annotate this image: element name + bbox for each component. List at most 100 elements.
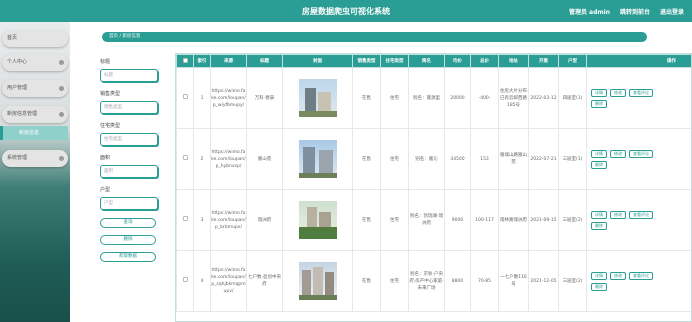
header-actions: 操作 [586, 54, 691, 68]
breadcrumb-home[interactable]: 首页 [109, 34, 118, 39]
breadcrumb: 首页 / 新房信息 [102, 32, 647, 42]
header-address: 地址 [498, 54, 529, 68]
cell-address: 雨林路瑞洲府 [498, 189, 529, 251]
cell-sale-type: 在售 [352, 250, 381, 312]
detail-button[interactable]: 详情 [591, 271, 607, 280]
sidebar-item-home[interactable]: 首页 [2, 30, 68, 47]
cell-title: 瑞洲府 [246, 189, 283, 251]
sidebar-item-profile[interactable]: 个人中心 [2, 54, 68, 71]
sidebar-item-label: 系统管理 [7, 155, 28, 161]
delete-button[interactable]: 删除 [100, 235, 156, 245]
table-row[interactable]: 3 https://wimo.fa ke.com/loupan/p_brbmup… [176, 189, 691, 251]
edit-button[interactable]: 修改 [610, 210, 626, 219]
row-checkbox[interactable] [182, 277, 188, 282]
title-label: 标题 [100, 59, 111, 65]
cell-avg-price: 20000 [444, 67, 471, 129]
breadcrumb-sep: / [119, 34, 121, 39]
cover-image[interactable] [298, 262, 337, 300]
cell-source: https://wimo.fa ke.com/loupan/p_wiyfbmup… [210, 67, 247, 129]
cover-image[interactable] [298, 79, 337, 117]
header-index: 索引 [193, 54, 211, 68]
data-table: 索引 来源 标题 封面 销售类型 住宅类型 简名 均价 总价 地址 开盘 户型 … [176, 54, 691, 312]
edit-button[interactable]: 修改 [610, 88, 626, 97]
select-all-checkbox[interactable] [182, 57, 188, 63]
cell-actions: 详情 修改 查看评论 删除 [586, 250, 691, 312]
header-cover: 封面 [282, 54, 353, 68]
top-bar: 房屋数据爬虫可视化系统 管理员 admin 跳转到前台 退出登录 [0, 0, 692, 22]
cover-image[interactable] [298, 201, 337, 239]
cell-source: https://wimo.fa ke.com/loupan/p_brbmupv/ [210, 189, 247, 251]
detail-button[interactable]: 详情 [591, 210, 607, 219]
sidebar-subitem-newhouse-info[interactable]: 新房信息 [0, 126, 68, 140]
cell-alias: 别名：凯瑞澜·瑞洲府 [408, 189, 445, 251]
area-label: 面积 [100, 155, 111, 161]
cell-open-date: 2022-03-12 [528, 67, 559, 129]
cell-source: https://wimo.fa ke.com/loupan/p_sqhjbkmq… [210, 250, 247, 312]
cell-open-date: 2021-09-15 [528, 189, 559, 251]
sidebar-item-newhouse[interactable]: 新房信息管理 [2, 106, 68, 123]
cell-cover [282, 189, 353, 251]
cell-title: 雁山苑 [246, 128, 283, 190]
edit-button[interactable]: 修改 [610, 149, 626, 158]
chevron-icon [59, 60, 64, 65]
comment-button[interactable]: 查看评论 [629, 271, 653, 280]
table-row[interactable]: 1 https://wimo.fa ke.com/loupan/p_wiyfbm… [176, 67, 691, 129]
chevron-icon [59, 86, 64, 91]
cell-cover [282, 67, 353, 129]
house-type-label: 住宅类型 [100, 123, 121, 129]
header-sale-type: 销售类型 [352, 54, 381, 68]
cell-source: https://wimo.fa ke.com/loupan/p_hybnxsp/ [210, 128, 247, 190]
cell-total-price: 100-117 [470, 189, 499, 251]
edit-button[interactable]: 修改 [610, 271, 626, 280]
sale-type-label: 销售类型 [100, 91, 121, 97]
delete-row-button[interactable]: 删除 [591, 282, 607, 291]
delete-row-button[interactable]: 删除 [591, 99, 607, 108]
table-row[interactable]: 2 https://wimo.fa ke.com/loupan/p_hybnxs… [176, 128, 691, 190]
data-table-wrapper[interactable]: 索引 来源 标题 封面 销售类型 住宅类型 简名 均价 总价 地址 开盘 户型 … [175, 53, 692, 322]
comment-button[interactable]: 查看评论 [629, 88, 653, 97]
header-layout: 户型 [558, 54, 587, 68]
header-select[interactable] [176, 54, 194, 68]
cover-image[interactable] [298, 140, 337, 178]
sale-type-input[interactable]: 销售类型 [100, 101, 158, 114]
header-avg-price: 均价 [444, 54, 471, 68]
sidebar-item-label: 新房信息管理 [7, 111, 38, 117]
comment-button[interactable]: 查看评论 [629, 210, 653, 219]
delete-row-button[interactable]: 删除 [591, 160, 607, 169]
front-link[interactable]: 跳转到前台 [620, 7, 650, 16]
cell-alias: 别名：蓬源里 [408, 67, 445, 129]
cell-title: 七户数·盈创中央府 [246, 250, 283, 312]
sidebar-item-system[interactable]: 系统管理 [2, 150, 68, 167]
logout-link[interactable]: 退出登录 [660, 7, 684, 16]
layout-label: 户型 [100, 187, 111, 193]
header-title: 标题 [246, 54, 283, 68]
house-type-input[interactable]: 住宅类型 [100, 133, 158, 146]
detail-button[interactable]: 详情 [591, 88, 607, 97]
layout-input[interactable]: 户型 [100, 197, 158, 210]
detail-button[interactable]: 详情 [591, 149, 607, 158]
cell-sale-type: 在售 [352, 67, 381, 129]
comment-button[interactable]: 查看评论 [629, 149, 653, 158]
sidebar-item-label: 首页 [7, 35, 18, 41]
row-checkbox[interactable] [182, 155, 188, 160]
cell-title: 万科·春辰 [246, 67, 283, 129]
cell-layout: 四居室(1) [558, 67, 587, 129]
sidebar-item-label: 个人中心 [7, 59, 28, 65]
crawl-button[interactable]: 爬取数据 [100, 252, 156, 262]
title-input[interactable]: 标题 [100, 69, 158, 82]
delete-row-button[interactable]: 删除 [591, 221, 607, 230]
cell-sale-type: 在售 [352, 189, 381, 251]
cell-actions: 详情 修改 查看评论 删除 [586, 67, 691, 129]
row-checkbox[interactable] [182, 94, 188, 99]
row-checkbox[interactable] [182, 216, 188, 221]
cell-avg-price: 8800 [444, 250, 471, 312]
filter-panel: 标题 标题 销售类型 销售类型 住宅类型 住宅类型 面积 面积 户型 户型 查询… [100, 58, 162, 269]
query-button[interactable]: 查询 [100, 218, 156, 228]
cell-house-type: 住宅 [380, 128, 409, 190]
table-row[interactable]: 4 https://wimo.fa ke.com/loupan/p_sqhjbk… [176, 250, 691, 312]
chevron-icon [59, 112, 64, 117]
sidebar-item-users[interactable]: 用户管理 [2, 80, 68, 97]
breadcrumb-current: 新房信息 [122, 34, 141, 39]
area-input[interactable]: 面积 [100, 165, 158, 178]
cell-layout: 三居室(1) [558, 128, 587, 190]
